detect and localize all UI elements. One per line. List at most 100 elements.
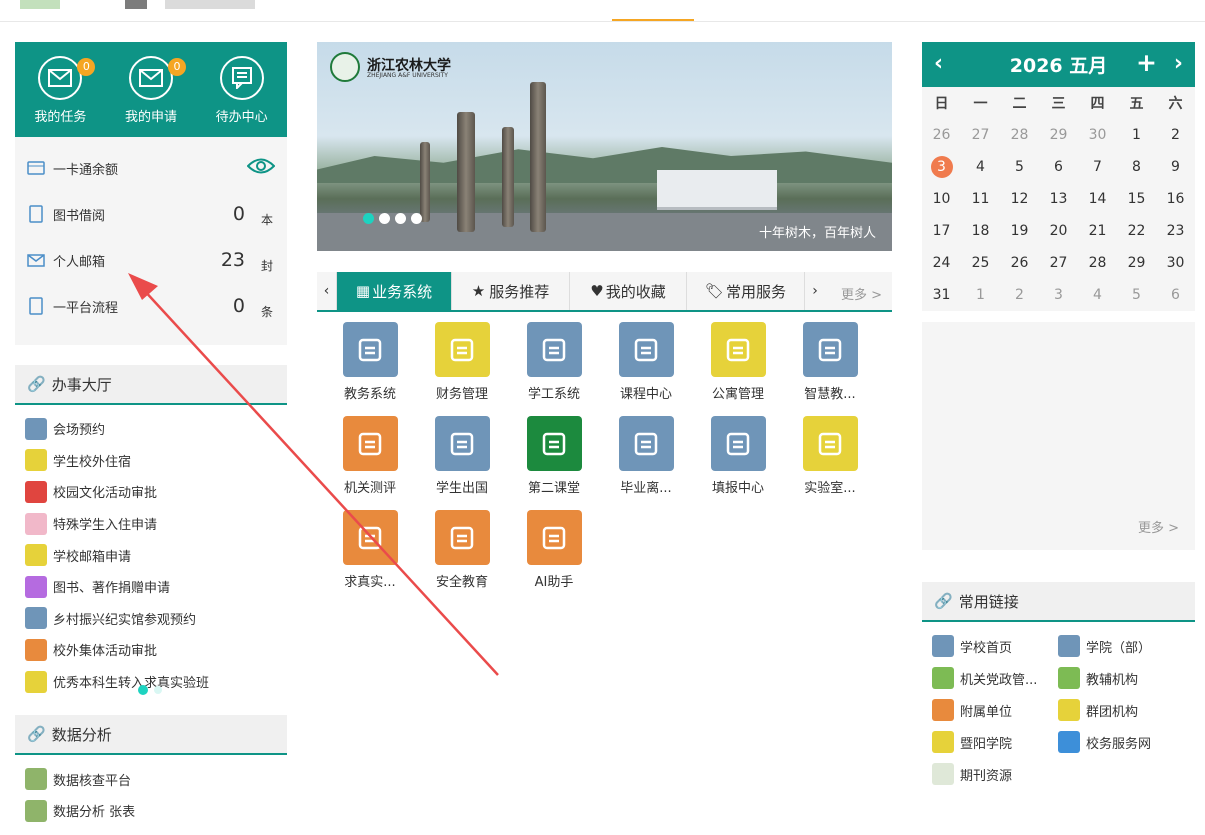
common-link[interactable]: 机关党政管... bbox=[932, 662, 1058, 694]
common-link[interactable]: 教辅机构 bbox=[1058, 662, 1198, 694]
app-tile[interactable]: 公寓管理 bbox=[692, 322, 784, 402]
personal-mailbox-row[interactable]: 个人邮箱 23 封 bbox=[27, 237, 275, 283]
library-borrow-row[interactable]: 图书借阅 0 本 bbox=[27, 191, 275, 237]
calendar-day[interactable]: 6 bbox=[1156, 279, 1195, 311]
calendar-day[interactable]: 1 bbox=[1117, 119, 1156, 151]
calendar-day[interactable]: 13 bbox=[1039, 183, 1078, 215]
office-hall-item[interactable]: 学生校外住宿 bbox=[25, 445, 277, 477]
app-tile[interactable]: 智慧教... bbox=[784, 322, 876, 402]
card-balance-row[interactable]: 一卡通余额 bbox=[27, 145, 276, 191]
calendar-day[interactable]: 29 bbox=[1117, 247, 1156, 279]
platform-workflow-row[interactable]: 一平台流程 0 条 bbox=[27, 283, 275, 329]
calendar-day[interactable]: 1 bbox=[961, 279, 1000, 311]
app-tile[interactable]: 第二课堂 bbox=[508, 416, 600, 496]
calendar-day[interactable]: 26 bbox=[922, 119, 961, 151]
common-link[interactable]: 校务服务网 bbox=[1058, 726, 1198, 758]
tabs-more-link[interactable]: 更多 > bbox=[841, 284, 882, 303]
tab-business-systems[interactable]: ▦ 业务系统 bbox=[337, 272, 452, 310]
carousel-dot[interactable] bbox=[395, 213, 406, 224]
data-analysis-item[interactable]: 数据核查平台 bbox=[25, 763, 277, 795]
office-hall-item[interactable]: 优秀本科生转入求真实验班 bbox=[25, 666, 277, 698]
app-tile[interactable]: 教务系统 bbox=[324, 322, 416, 402]
app-tile[interactable]: 毕业离... bbox=[600, 416, 692, 496]
calendar-day[interactable]: 11 bbox=[961, 183, 1000, 215]
calendar-day[interactable]: 28 bbox=[1000, 119, 1039, 151]
common-link[interactable]: 学校首页 bbox=[932, 630, 1058, 662]
calendar-day[interactable]: 18 bbox=[961, 215, 1000, 247]
tab-recommended[interactable]: ★ 服务推荐 bbox=[452, 272, 570, 310]
calendar-day[interactable]: 19 bbox=[1000, 215, 1039, 247]
tab-favorites[interactable]: ♥ 我的收藏 bbox=[570, 272, 687, 310]
calendar-day[interactable]: 8 bbox=[1117, 151, 1156, 183]
calendar-day[interactable]: 4 bbox=[961, 151, 1000, 183]
calendar-day[interactable]: 2 bbox=[1000, 279, 1039, 311]
calendar-day[interactable]: 24 bbox=[922, 247, 961, 279]
calendar-day[interactable]: 20 bbox=[1039, 215, 1078, 247]
app-tile[interactable]: 安全教育 bbox=[416, 510, 508, 590]
office-hall-item[interactable]: 会场预约 bbox=[25, 413, 277, 445]
calendar-day[interactable]: 9 bbox=[1156, 151, 1195, 183]
data-analysis-item[interactable]: 数据分析 张表 bbox=[25, 795, 277, 827]
carousel-dot[interactable] bbox=[379, 213, 390, 224]
calendar-day[interactable]: 26 bbox=[1000, 247, 1039, 279]
calendar-day[interactable]: 3 bbox=[922, 151, 961, 183]
calendar-day[interactable]: 17 bbox=[922, 215, 961, 247]
calendar-day[interactable]: 14 bbox=[1078, 183, 1117, 215]
app-tile[interactable]: AI助手 bbox=[508, 510, 600, 590]
office-hall-item[interactable]: 图书、著作捐赠申请 bbox=[25, 571, 277, 603]
app-tile[interactable]: 课程中心 bbox=[600, 322, 692, 402]
calendar-day[interactable]: 30 bbox=[1078, 119, 1117, 151]
calendar-day[interactable]: 31 bbox=[922, 279, 961, 311]
tab-common-services[interactable]: 🏷 常用服务 bbox=[687, 272, 805, 310]
calendar-day[interactable]: 29 bbox=[1039, 119, 1078, 151]
carousel-dot[interactable] bbox=[363, 213, 374, 224]
calendar-day[interactable]: 27 bbox=[1039, 247, 1078, 279]
calendar-day[interactable]: 5 bbox=[1117, 279, 1156, 311]
office-hall-item[interactable]: 乡村振兴纪实馆参观预约 bbox=[25, 603, 277, 635]
tabs-next-button[interactable]: › bbox=[805, 272, 825, 310]
office-hall-item[interactable]: 学校邮箱申请 bbox=[25, 539, 277, 571]
app-tile[interactable]: 学生出国 bbox=[416, 416, 508, 496]
office-hall-item[interactable]: 校园文化活动审批 bbox=[25, 476, 277, 508]
calendar-day[interactable]: 16 bbox=[1156, 183, 1195, 215]
calendar-day[interactable]: 6 bbox=[1039, 151, 1078, 183]
eye-icon[interactable] bbox=[246, 157, 276, 179]
app-tile[interactable]: 实验室... bbox=[784, 416, 876, 496]
app-tile[interactable]: 填报中心 bbox=[692, 416, 784, 496]
tabs-prev-button[interactable]: ‹ bbox=[317, 272, 337, 310]
office-hall-item[interactable]: 校外集体活动审批 bbox=[25, 634, 277, 666]
common-link[interactable]: 暨阳学院 bbox=[932, 726, 1058, 758]
calendar-day[interactable]: 22 bbox=[1117, 215, 1156, 247]
calendar-day[interactable]: 25 bbox=[961, 247, 1000, 279]
calendar-day[interactable]: 28 bbox=[1078, 247, 1117, 279]
calendar-day[interactable]: 30 bbox=[1156, 247, 1195, 279]
calendar-day[interactable]: 23 bbox=[1156, 215, 1195, 247]
calendar-day[interactable]: 7 bbox=[1078, 151, 1117, 183]
common-link[interactable]: 附属单位 bbox=[932, 694, 1058, 726]
common-link[interactable]: 学院（部） bbox=[1058, 630, 1198, 662]
calendar-day[interactable]: 12 bbox=[1000, 183, 1039, 215]
my-applications-button[interactable]: 0 我的申请 bbox=[116, 56, 186, 137]
app-tile[interactable]: 财务管理 bbox=[416, 322, 508, 402]
calendar-day[interactable]: 15 bbox=[1117, 183, 1156, 215]
add-event-button[interactable]: + bbox=[1136, 48, 1157, 77]
app-tile[interactable]: 求真实... bbox=[324, 510, 416, 590]
calendar-day[interactable]: 27 bbox=[961, 119, 1000, 151]
calendar-day[interactable]: 4 bbox=[1078, 279, 1117, 311]
calendar-day[interactable]: 2 bbox=[1156, 119, 1195, 151]
common-link[interactable]: 期刊资源 bbox=[932, 758, 1058, 790]
next-month-button[interactable]: › bbox=[1174, 51, 1183, 76]
app-tile[interactable]: 学工系统 bbox=[508, 322, 600, 402]
events-more-link[interactable]: 更多 > bbox=[1138, 517, 1179, 536]
calendar-day[interactable]: 10 bbox=[922, 183, 961, 215]
office-hall-item[interactable]: 特殊学生入住申请 bbox=[25, 508, 277, 540]
prev-month-button[interactable]: ‹ bbox=[934, 51, 943, 76]
calendar-day[interactable]: 3 bbox=[1039, 279, 1078, 311]
common-link[interactable]: 群团机构 bbox=[1058, 694, 1198, 726]
calendar-day[interactable]: 21 bbox=[1078, 215, 1117, 247]
todo-center-button[interactable]: 待办中心 bbox=[207, 56, 277, 137]
app-tile[interactable]: 机关测评 bbox=[324, 416, 416, 496]
campus-banner[interactable]: 浙江农林大学 ZHEJIANG A&F UNIVERSITY 十年树木，百年树人 bbox=[317, 42, 892, 251]
carousel-dot[interactable] bbox=[411, 213, 422, 224]
calendar-day[interactable]: 5 bbox=[1000, 151, 1039, 183]
